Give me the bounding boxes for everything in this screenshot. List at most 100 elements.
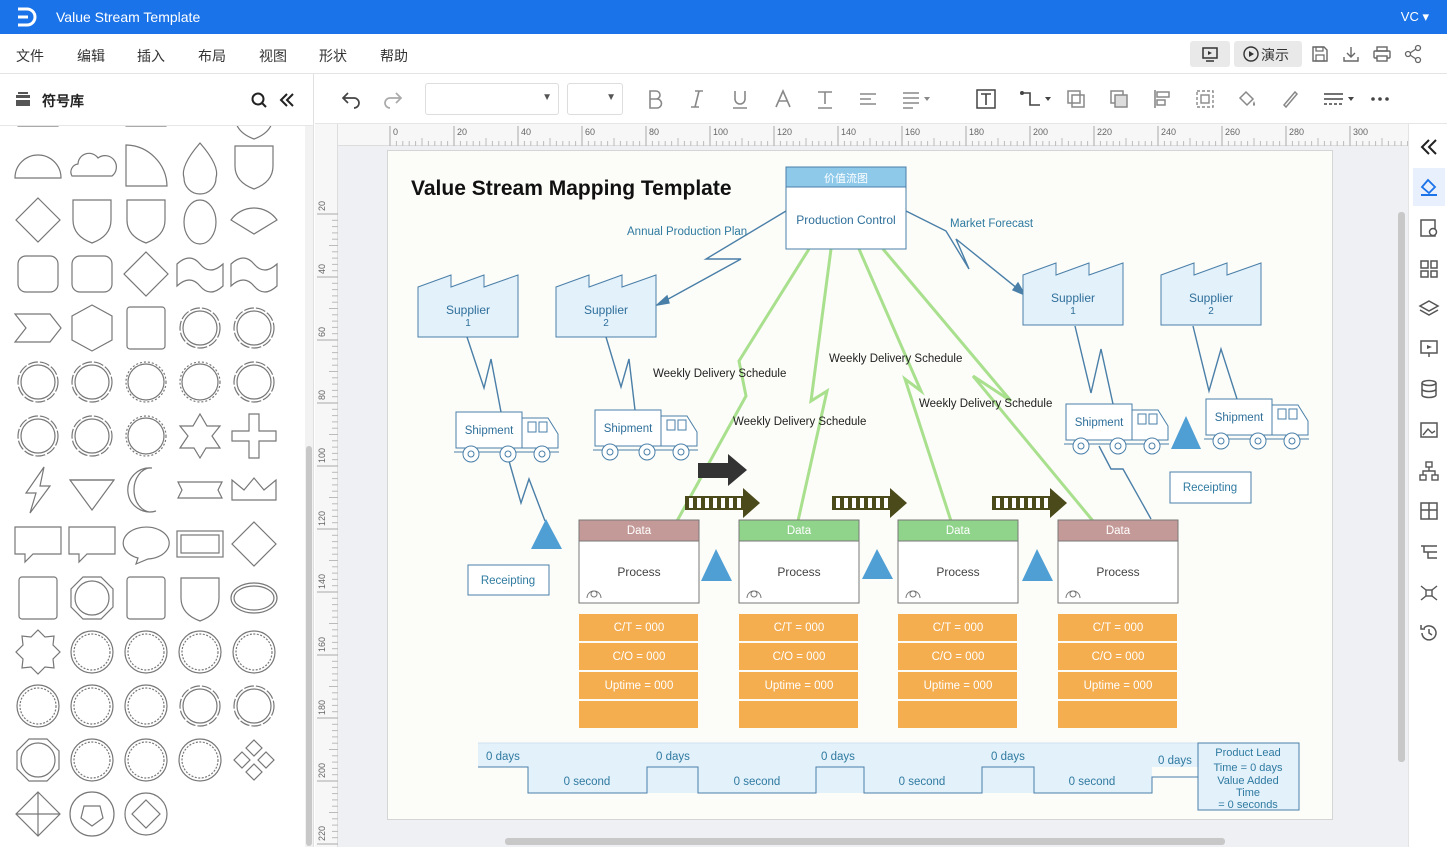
font-family-select[interactable]: ▼: [425, 83, 559, 115]
process-label[interactable]: Process: [936, 565, 979, 579]
push-arrows[interactable]: [685, 454, 1067, 518]
undo-icon[interactable]: [340, 88, 362, 110]
underline-icon[interactable]: [729, 88, 751, 110]
supplier-factory[interactable]: Supplier1: [1022, 262, 1124, 326]
arrow-stripe[interactable]: [1028, 498, 1032, 508]
shape-thumbnail[interactable]: [233, 685, 275, 727]
wheel-icon[interactable]: [601, 443, 619, 461]
shape-thumbnail[interactable]: [24, 466, 52, 514]
arrow-stripe[interactable]: [996, 498, 1000, 508]
data-cell-label[interactable]: Uptime = 000: [605, 680, 674, 692]
arrow-stripe[interactable]: [1044, 498, 1048, 508]
shape-thumbnail[interactable]: [230, 207, 278, 235]
shape-thumbnail[interactable]: [71, 255, 113, 293]
shape-thumbnail[interactable]: [14, 526, 62, 564]
timeline-seconds-label[interactable]: 0 second: [734, 776, 781, 788]
arrow-head-icon[interactable]: [1050, 488, 1067, 518]
shape-thumbnail[interactable]: [18, 576, 58, 620]
shape-thumbnail[interactable]: [126, 199, 166, 244]
shipment-label[interactable]: Shipment: [1075, 417, 1124, 429]
menu-help[interactable]: 帮助: [380, 46, 408, 66]
shape-thumbnail[interactable]: [180, 577, 220, 622]
shipment-label[interactable]: Shipment: [1215, 412, 1264, 424]
data-cell-label[interactable]: Uptime = 000: [1084, 680, 1153, 692]
ruler-label[interactable]: 180: [317, 700, 327, 715]
wheel-icon[interactable]: [533, 445, 551, 463]
shape-thumbnail[interactable]: [231, 413, 277, 459]
menu-layout[interactable]: 布局: [198, 46, 226, 66]
diagram-page[interactable]: Value Stream Mapping Template 价值流图 Produ…: [387, 150, 1333, 820]
arrow-stripe[interactable]: [713, 498, 717, 508]
data-cell-label[interactable]: Uptime = 000: [924, 680, 993, 692]
data-cell-label[interactable]: C/O = 000: [613, 651, 666, 663]
shape-thumbnail[interactable]: [68, 479, 116, 512]
data-cell-label[interactable]: C/T = 000: [614, 622, 665, 634]
grid-icon[interactable]: [1418, 258, 1440, 280]
weekly-schedule-label[interactable]: Weekly Delivery Schedule: [829, 353, 962, 365]
shape-thumbnail[interactable]: [183, 199, 217, 245]
process-header-label[interactable]: Data: [787, 525, 812, 537]
timeline-days-label[interactable]: 0 days: [1158, 755, 1192, 767]
ruler-label[interactable]: 100: [317, 448, 327, 463]
supplier-factory[interactable]: Supplier2: [1160, 262, 1262, 326]
process-box[interactable]: Data Process C/T = 000 C/O = 000 Uptime = 00…: [738, 519, 860, 728]
app-logo-icon[interactable]: [14, 6, 38, 28]
data-cell[interactable]: [739, 701, 858, 728]
process-label[interactable]: Process: [617, 565, 660, 579]
arrow-stripe[interactable]: [737, 498, 741, 508]
font-size-select[interactable]: ▼: [567, 83, 623, 115]
database-icon[interactable]: [1418, 378, 1440, 400]
shape-thumbnail[interactable]: [178, 738, 222, 782]
weekly-schedule-label[interactable]: Weekly Delivery Schedule: [733, 416, 866, 428]
shape-thumbnail[interactable]: [182, 142, 218, 195]
shape-thumbnail[interactable]: [125, 144, 168, 187]
timeline-seconds-label[interactable]: 0 second: [564, 776, 611, 788]
text-box-icon[interactable]: [975, 88, 997, 110]
line-color-icon[interactable]: [1279, 88, 1301, 110]
ruler-label[interactable]: 20: [457, 127, 467, 137]
shape-thumbnails[interactable]: [0, 126, 304, 847]
receipting-box[interactable]: Receipting: [467, 564, 550, 596]
shape-thumbnail[interactable]: [127, 467, 157, 513]
ruler-label[interactable]: 260: [1225, 127, 1240, 137]
shape-thumbnail[interactable]: [17, 415, 59, 457]
shape-thumbnail[interactable]: [178, 412, 222, 460]
shape-thumbnail[interactable]: [70, 152, 117, 177]
ruler-label[interactable]: 20: [317, 201, 327, 211]
supplier-number[interactable]: 2: [1208, 306, 1214, 317]
data-cell[interactable]: [1058, 701, 1177, 728]
more-icon[interactable]: [1369, 88, 1391, 110]
ruler-label[interactable]: 0: [393, 127, 398, 137]
timeline-ladder[interactable]: 0 days 0 days 0 days 0 days 0 days 0 second 0 …: [478, 742, 1198, 794]
ruler-label[interactable]: 220: [1097, 127, 1112, 137]
striped-push-arrow-icon[interactable]: [992, 488, 1067, 518]
group-icon[interactable]: [1194, 88, 1216, 110]
arrow-stripe[interactable]: [1020, 498, 1024, 508]
supplier-factory[interactable]: Supplier2: [555, 274, 657, 338]
align-icon[interactable]: [857, 88, 879, 110]
supplier-name[interactable]: Supplier: [1051, 291, 1095, 305]
arrow-stripe[interactable]: [868, 498, 872, 508]
shipment-label[interactable]: Shipment: [604, 423, 653, 435]
wheel-icon[interactable]: [638, 443, 656, 461]
timeline-seconds-label[interactable]: 0 second: [1069, 776, 1116, 788]
wheel-icon[interactable]: [1143, 437, 1161, 455]
process-box[interactable]: Data Process C/T = 000 C/O = 000 Uptime = 00…: [1057, 519, 1179, 728]
shape-thumbnail[interactable]: [179, 361, 221, 403]
layers-icon[interactable]: [1418, 298, 1440, 320]
supplier-factories[interactable]: Supplier1Supplier2Supplier1Supplier2: [417, 262, 1262, 338]
timeline-days-label[interactable]: 0 days: [486, 751, 520, 763]
shape-thumbnail[interactable]: [16, 684, 60, 728]
shape-thumbnail[interactable]: [178, 630, 222, 674]
wheel-icon[interactable]: [1109, 437, 1127, 455]
shape-thumbnail[interactable]: [230, 257, 278, 293]
ruler-label[interactable]: 120: [777, 127, 792, 137]
arrow-stripe[interactable]: [844, 498, 848, 508]
ruler-label[interactable]: 60: [585, 127, 595, 137]
wheel-icon[interactable]: [1249, 432, 1267, 450]
shape-thumbnail[interactable]: [126, 576, 166, 620]
shape-thumbnail[interactable]: [124, 792, 168, 836]
menu-insert[interactable]: 插入: [137, 46, 165, 66]
process-label[interactable]: Process: [1096, 565, 1139, 579]
supplier-factory[interactable]: Supplier1: [417, 274, 519, 338]
